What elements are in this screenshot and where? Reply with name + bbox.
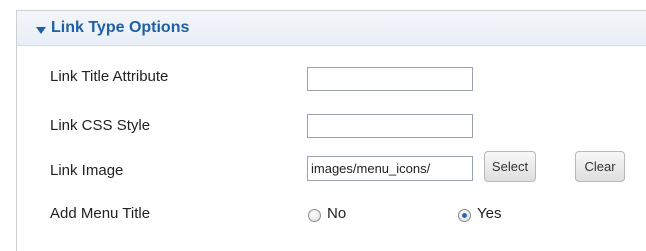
page: Link Type Options Link Title Attribute L… — [0, 0, 646, 251]
select-image-button[interactable]: Select — [484, 151, 536, 182]
link-css-style-label: Link CSS Style — [50, 117, 151, 134]
link-type-options-panel: Link Type Options Link Title Attribute L… — [16, 10, 646, 251]
add-menu-title-yes-radio[interactable] — [458, 209, 471, 222]
add-menu-title-yes-label[interactable]: Yes — [477, 205, 501, 222]
add-menu-title-no-radio[interactable] — [308, 209, 321, 222]
link-image-input[interactable] — [307, 156, 473, 181]
panel-header[interactable]: Link Type Options — [17, 11, 646, 46]
triangle-down-icon[interactable] — [36, 27, 46, 34]
link-css-style-input[interactable] — [307, 114, 473, 138]
add-menu-title-label: Add Menu Title — [50, 205, 151, 222]
panel-title[interactable]: Link Type Options — [51, 19, 189, 37]
link-title-attribute-input[interactable] — [307, 67, 473, 91]
link-image-label: Link Image — [50, 162, 124, 179]
clear-image-button[interactable]: Clear — [575, 151, 625, 182]
link-title-attribute-label: Link Title Attribute — [50, 68, 169, 85]
add-menu-title-no-label[interactable]: No — [327, 205, 346, 222]
